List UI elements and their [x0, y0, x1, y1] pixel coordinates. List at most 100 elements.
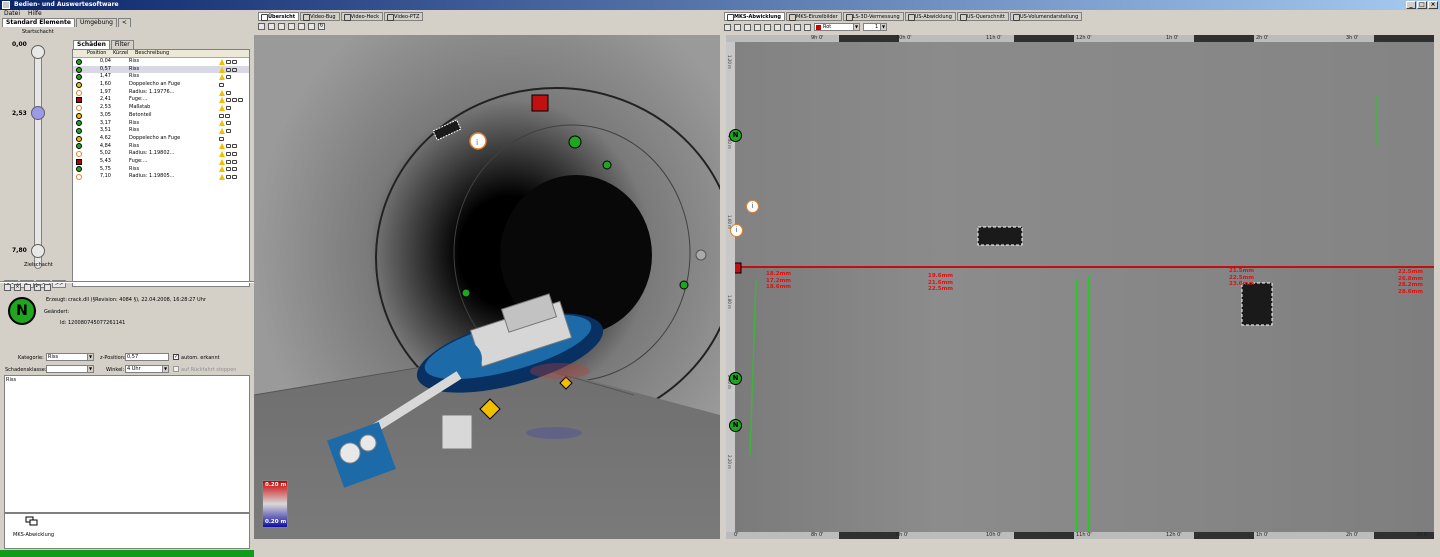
slider-current-knob[interactable]	[31, 106, 45, 120]
camera-icon	[226, 167, 231, 172]
new-icon[interactable]	[4, 284, 11, 291]
position-cell: 5,75	[99, 165, 111, 172]
category-select[interactable]: Riss ▼	[46, 353, 94, 361]
table-row[interactable]: 1,47 Riss	[73, 73, 249, 81]
tab-us-volumendarstellung[interactable]: US-Volumendarstellung	[1009, 12, 1083, 21]
damage-marker-icon	[76, 89, 82, 96]
close-button[interactable]: ×	[1428, 1, 1438, 9]
pipe-render: i	[254, 35, 720, 539]
description-cell: Fuge:...	[129, 96, 148, 103]
info-marker-icon[interactable]: i	[746, 200, 759, 213]
move-icon[interactable]	[288, 23, 295, 30]
table-row[interactable]: 5,43 Fuge:...	[73, 158, 249, 166]
slider-bottom-value: 7,80	[12, 247, 27, 254]
tab-filter[interactable]: Filter	[110, 40, 134, 49]
description-cell: Riss	[129, 58, 140, 64]
table-row[interactable]: 1,97 Radius: 1.19776...	[73, 89, 249, 97]
zoom-in-icon[interactable]	[734, 23, 741, 31]
slider-track[interactable]	[34, 53, 42, 269]
robot-icon[interactable]	[298, 23, 305, 30]
save-view-icon[interactable]	[258, 23, 265, 30]
tab-mks-einzelbilder[interactable]: MKS-Einzelbilder	[786, 12, 842, 21]
table-row[interactable]: 3,51 Riss	[73, 127, 249, 135]
tab-schaeden[interactable]: Schäden	[73, 40, 110, 49]
tab-collapse[interactable]: <	[117, 18, 131, 27]
pen-icon[interactable]	[784, 23, 791, 31]
erase-icon[interactable]	[794, 23, 801, 31]
table-row[interactable]: 0,57 Riss	[73, 65, 249, 74]
mks-shortcut-label[interactable]: MKS-Abwicklung	[13, 532, 54, 538]
import-icon[interactable]	[44, 284, 51, 291]
zpos-input[interactable]: 0,57	[125, 353, 169, 361]
concrete-part-annotation	[1241, 282, 1273, 326]
damage-marker-icon	[76, 135, 82, 142]
camera-icon	[226, 59, 231, 64]
camera-icon[interactable]	[308, 23, 315, 30]
table-row[interactable]: 1,60 Doppelecho an Fuge	[73, 81, 249, 89]
tab-video-bug[interactable]: Video-Bug	[300, 12, 340, 21]
slider-bottom-knob[interactable]	[31, 244, 45, 258]
table-row[interactable]: 5,75 Riss	[73, 166, 249, 174]
info-marker-icon[interactable]: i	[730, 224, 743, 237]
angle-select[interactable]: 4 Uhr ▼	[125, 365, 169, 373]
table-row[interactable]: 2,53 Maßstab	[73, 104, 249, 112]
menu-hilfe[interactable]: Hilfe	[28, 10, 42, 18]
position-cell: 1,60	[99, 81, 111, 88]
rotate-icon[interactable]: ↻	[318, 23, 325, 30]
crack-marker-icon[interactable]: N	[729, 129, 742, 142]
tab-standard-elemente[interactable]: Standard Elemente	[2, 18, 75, 27]
ruler-icon[interactable]	[804, 23, 811, 31]
table-row[interactable]: 7,10 Radius: 1.19805...	[73, 173, 249, 181]
tab-us-querschnitt[interactable]: US-Querschnitt	[956, 12, 1009, 21]
tab-video-ptz[interactable]: Video-PTZ	[384, 12, 424, 21]
description-cell: Radius: 1.19802...	[129, 150, 175, 157]
table-row[interactable]: 3,05 Betonteil	[73, 112, 249, 120]
slider-top-knob[interactable]	[31, 45, 45, 59]
zoom-icon[interactable]	[268, 23, 275, 30]
line-width-select[interactable]: 1 ▼	[863, 23, 887, 31]
grid-icon[interactable]	[764, 23, 771, 31]
fit-icon[interactable]	[754, 23, 761, 31]
table-row[interactable]: 4,62 Doppelecho an Fuge	[73, 135, 249, 143]
crack-marker-icon[interactable]: N	[729, 419, 742, 432]
measure-icon[interactable]	[774, 23, 781, 31]
tab-video-heck[interactable]: Video-Heck	[340, 12, 384, 21]
camera-icon	[232, 67, 237, 72]
damage-class-select[interactable]: ▼	[46, 365, 94, 373]
crack-marker-icon[interactable]: N	[729, 372, 742, 385]
table-row[interactable]: 4,84 Riss	[73, 143, 249, 151]
table-row[interactable]: 5,02 Radius: 1.19802...	[73, 150, 249, 158]
delete-icon[interactable]: ×	[14, 284, 21, 291]
tab-us-abwicklung[interactable]: US-Abwicklung	[904, 12, 956, 21]
undo-icon[interactable]: ↶	[34, 284, 41, 291]
table-row[interactable]: 0,04 Riss	[73, 58, 249, 66]
col-position[interactable]: Position	[85, 50, 113, 57]
warning-icon	[219, 97, 225, 104]
save-icon[interactable]	[24, 284, 31, 291]
position-cell: 0,04	[99, 58, 111, 64]
minimize-button[interactable]: _	[1406, 1, 1416, 9]
table-row[interactable]: 3,17 Riss	[73, 120, 249, 128]
description-memo[interactable]: Riss	[4, 375, 250, 513]
col-beschreibung[interactable]: Beschreibung	[129, 50, 219, 57]
table-row[interactable]: 2,41 Fuge:...	[73, 96, 249, 104]
return-stop-checkbox[interactable]	[173, 366, 179, 372]
menu-datei[interactable]: Datei	[4, 10, 20, 18]
tab-uebersicht[interactable]: Übersicht	[258, 12, 300, 21]
zoom-out-icon[interactable]	[744, 23, 751, 31]
grid-icon[interactable]	[278, 23, 285, 30]
save-icon[interactable]	[724, 23, 731, 31]
maximize-button[interactable]: □	[1417, 1, 1427, 9]
tab-ls-3d-vermessung[interactable]: LS-3D-Vermessung	[842, 12, 904, 21]
col-kuerzel[interactable]: Kürzel	[113, 50, 129, 57]
line-color-select[interactable]: Rot ▼	[814, 23, 860, 31]
3d-pipe-view[interactable]: i 0.20 m 0.20 m	[254, 35, 720, 539]
tab-umgebung[interactable]: Umgebung	[75, 18, 117, 27]
auto-detected-checkbox[interactable]: ✓	[173, 354, 179, 360]
icons-cell	[219, 96, 249, 104]
camera-icon	[226, 75, 231, 80]
tab-mks-abwicklung[interactable]: MKS-Abwicklung	[724, 12, 786, 21]
unrolled-pipe-image[interactable]: 1.20 m1.40 m1.60 m1.80 m2.00 m2.20 m 9h …	[726, 35, 1434, 539]
marker-cell	[73, 158, 85, 166]
windows-icon[interactable]	[25, 516, 39, 526]
